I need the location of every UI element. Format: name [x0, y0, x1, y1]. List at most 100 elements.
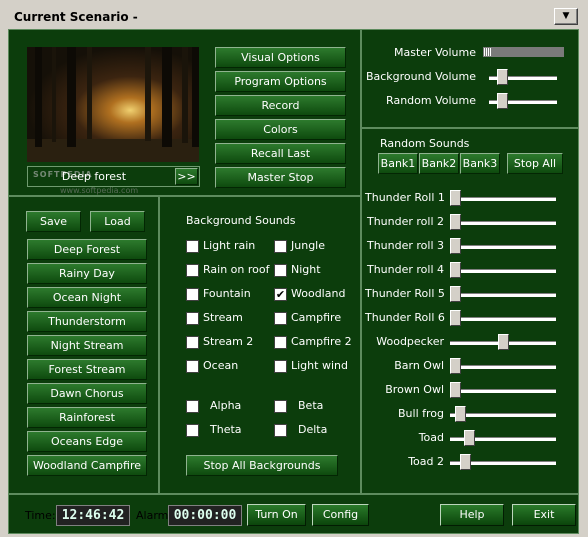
random-sound-label: Barn Owl: [394, 359, 444, 372]
preset-button[interactable]: Rainy Day: [27, 263, 147, 284]
help-button[interactable]: Help: [440, 504, 504, 526]
checkbox[interactable]: [186, 240, 199, 253]
checkbox-label: Stream 2: [203, 335, 254, 348]
random-sound-slider[interactable]: [450, 269, 556, 273]
checkbox[interactable]: [186, 400, 199, 413]
checkbox-label: Delta: [298, 423, 328, 436]
random-sound-label: Thunder Roll 6: [365, 311, 445, 324]
exit-button[interactable]: Exit: [512, 504, 576, 526]
checkbox-label: Ocean: [203, 359, 239, 372]
checkbox[interactable]: [274, 400, 287, 413]
checkbox-label: Campfire 2: [291, 335, 352, 348]
alarm-display: 00:00:00: [168, 505, 242, 526]
random-sound-label: Thunder roll 2: [366, 215, 444, 228]
checkbox[interactable]: ✔: [274, 288, 287, 301]
stop-all-backgrounds-button[interactable]: Stop All Backgrounds: [186, 455, 338, 476]
checkbox[interactable]: [274, 312, 287, 325]
random-sounds-title: Random Sounds: [380, 137, 470, 150]
checkbox[interactable]: [186, 360, 199, 373]
preset-button[interactable]: Forest Stream: [27, 359, 147, 380]
background-volume-label: Background Volume: [365, 70, 476, 83]
random-sound-thumb[interactable]: [459, 454, 471, 470]
random-sound-thumb[interactable]: [450, 382, 461, 398]
record-button[interactable]: Record: [215, 95, 346, 116]
checkbox[interactable]: [186, 264, 199, 277]
random-sound-label: Thunder Roll 5: [365, 287, 445, 300]
random-sound-slider[interactable]: [450, 365, 556, 369]
random-sound-label: Toad 2: [408, 455, 444, 468]
checkbox-label: Night: [291, 263, 321, 276]
random-sound-thumb[interactable]: [454, 406, 466, 422]
save-button[interactable]: Save: [26, 211, 81, 232]
preset-button[interactable]: Ocean Night: [27, 287, 147, 308]
scenario-dropdown-button[interactable]: ▼: [554, 8, 578, 25]
checkbox-label: Beta: [298, 399, 324, 412]
preset-button[interactable]: Night Stream: [27, 335, 147, 356]
master-stop-button[interactable]: Master Stop: [215, 167, 346, 188]
random-sound-thumb[interactable]: [450, 286, 461, 302]
random-sound-slider[interactable]: [450, 221, 556, 225]
bank1-button[interactable]: Bank1: [378, 153, 418, 174]
watermark-url: www.softpedia.com: [60, 186, 139, 195]
random-sound-slider[interactable]: [450, 197, 556, 201]
preset-button[interactable]: Deep Forest: [27, 239, 147, 260]
next-scene-button[interactable]: >>: [175, 168, 198, 185]
turn-on-button[interactable]: Turn On: [247, 504, 306, 526]
master-volume-slider[interactable]: [483, 47, 564, 57]
checkbox[interactable]: [274, 336, 287, 349]
random-sound-label: Woodpecker: [376, 335, 444, 348]
program-options-button[interactable]: Program Options: [215, 71, 346, 92]
alarm-label: Alarm:: [136, 509, 173, 522]
scene-name: Deep forest: [61, 170, 127, 183]
preset-button[interactable]: Dawn Chorus: [27, 383, 147, 404]
random-sound-slider[interactable]: [450, 293, 556, 297]
checkbox[interactable]: [186, 312, 199, 325]
checkbox[interactable]: [274, 264, 287, 277]
background-volume-thumb[interactable]: [497, 69, 508, 85]
config-button[interactable]: Config: [312, 504, 369, 526]
checkbox[interactable]: [274, 240, 287, 253]
checkbox[interactable]: [186, 336, 199, 349]
visual-options-button[interactable]: Visual Options: [215, 47, 346, 68]
bank2-button[interactable]: Bank2: [419, 153, 459, 174]
preset-button[interactable]: Thunderstorm: [27, 311, 147, 332]
stop-all-random-button[interactable]: Stop All: [507, 153, 563, 174]
checkbox[interactable]: [186, 288, 199, 301]
checkbox[interactable]: [274, 360, 287, 373]
checkbox-label: Light rain: [203, 239, 256, 252]
random-sound-thumb[interactable]: [450, 214, 461, 230]
random-sound-label: Toad: [418, 431, 444, 444]
checkbox-label: Campfire: [291, 311, 342, 324]
preset-button[interactable]: Rainforest: [27, 407, 147, 428]
random-sound-thumb[interactable]: [464, 430, 476, 446]
random-sound-thumb[interactable]: [450, 238, 461, 254]
checkbox-label: Theta: [210, 423, 242, 436]
background-sounds-title: Background Sounds: [186, 214, 296, 227]
random-volume-label: Random Volume: [386, 94, 476, 107]
recall-last-button[interactable]: Recall Last: [215, 143, 346, 164]
random-sound-label: Thunder Roll 1: [365, 191, 445, 204]
scene-image: [27, 47, 199, 162]
checkbox-label: Rain on roof: [203, 263, 270, 276]
random-sound-thumb[interactable]: [450, 190, 461, 206]
random-sound-thumb[interactable]: [450, 358, 461, 374]
random-sound-slider[interactable]: [450, 413, 556, 417]
bank3-button[interactable]: Bank3: [460, 153, 500, 174]
master-volume-fill: [484, 48, 491, 56]
random-sound-label: Thunder roll 3: [366, 239, 444, 252]
preset-button[interactable]: Oceans Edge: [27, 431, 147, 452]
random-sound-slider[interactable]: [450, 245, 556, 249]
colors-button[interactable]: Colors: [215, 119, 346, 140]
random-sound-slider[interactable]: [450, 389, 556, 393]
random-volume-thumb[interactable]: [497, 93, 508, 109]
preset-button[interactable]: Woodland Campfire: [27, 455, 147, 476]
checkbox-label: Jungle: [291, 239, 325, 252]
random-sound-thumb[interactable]: [450, 262, 461, 278]
load-button[interactable]: Load: [90, 211, 145, 232]
checkbox[interactable]: [274, 424, 287, 437]
checkbox-label: Stream: [203, 311, 243, 324]
random-sound-thumb[interactable]: [497, 334, 509, 350]
random-sound-slider[interactable]: [450, 317, 556, 321]
random-sound-thumb[interactable]: [450, 310, 461, 326]
checkbox[interactable]: [186, 424, 199, 437]
